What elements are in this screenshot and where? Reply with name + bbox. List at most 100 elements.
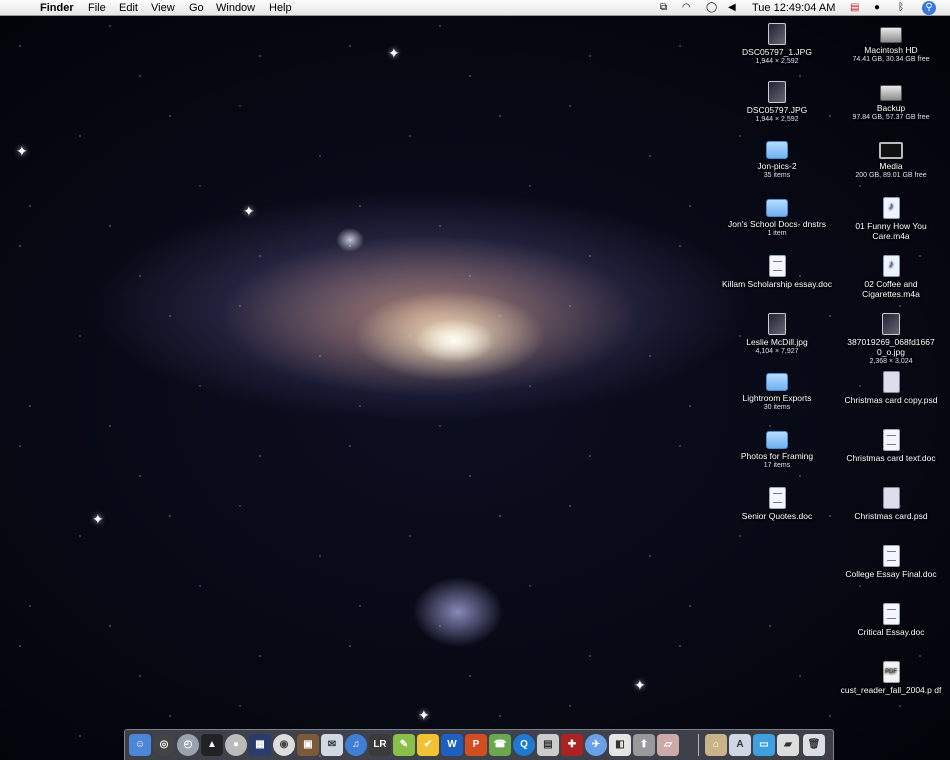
mail-icon[interactable]: ✉ bbox=[321, 734, 343, 756]
desktop-icon[interactable]: Lightroom Exports 30 items bbox=[722, 371, 832, 412]
menubar-clock[interactable]: Tue 12:49:04 AM bbox=[752, 0, 835, 16]
desktop-icon[interactable]: 387019269_068fd1667 0_o.jpg 2,368 × 3,024 bbox=[836, 313, 946, 366]
menu-go[interactable]: Go bbox=[189, 0, 204, 16]
star: ✦ bbox=[92, 511, 104, 527]
desktop-icon-info: 1,944 × 2,592 bbox=[755, 58, 799, 65]
desktop-icon[interactable]: ♪ 01 Funny How You Care.m4a bbox=[836, 197, 946, 241]
desktop-icon[interactable]: Killam Scholarship essay.doc bbox=[722, 255, 832, 289]
bluetooth-icon[interactable]: ᛒ bbox=[898, 0, 904, 16]
psd-icon bbox=[882, 371, 900, 393]
desktop-icon-label: Macintosh HD bbox=[864, 45, 918, 55]
app-icon[interactable]: P bbox=[465, 734, 487, 756]
input-flag-icon[interactable]: ▤ bbox=[850, 0, 859, 16]
star: ✦ bbox=[634, 677, 646, 693]
monitor-icon bbox=[879, 142, 903, 159]
user-icon[interactable]: ● bbox=[874, 0, 880, 16]
applications-folder-icon[interactable]: A bbox=[729, 734, 751, 756]
lightroom-icon[interactable]: LR bbox=[369, 734, 391, 756]
desktop-icon-info: 200 GB, 89.01 GB free bbox=[855, 172, 927, 179]
doc-icon bbox=[882, 603, 900, 625]
app-icon[interactable]: Q bbox=[513, 734, 535, 756]
psd-icon bbox=[882, 487, 900, 509]
documents-folder-icon[interactable]: ▰ bbox=[777, 734, 799, 756]
star: ✦ bbox=[16, 143, 28, 159]
desktop-icon[interactable]: Media 200 GB, 89.01 GB free bbox=[836, 139, 946, 180]
desktop-icon[interactable]: Photos for Framing 17 items bbox=[722, 429, 832, 470]
desktop-icon-info: 1,944 × 2,592 bbox=[755, 116, 799, 123]
app-icon[interactable]: ◧ bbox=[609, 734, 631, 756]
pdf-icon: PDF bbox=[882, 661, 900, 683]
dashboard-icon[interactable]: ◎ bbox=[153, 734, 175, 756]
app-icon[interactable]: ● bbox=[225, 734, 247, 756]
desktop-icon[interactable]: Christmas card copy.psd bbox=[836, 371, 946, 405]
desktop-icon[interactable]: College Essay Final.doc bbox=[836, 545, 946, 579]
desktop-icon-label: Christmas card copy.psd bbox=[844, 395, 938, 405]
app-icon[interactable]: W bbox=[441, 734, 463, 756]
menu-view[interactable]: View bbox=[151, 0, 175, 16]
app-icon[interactable]: ▤ bbox=[537, 734, 559, 756]
photoshop-icon[interactable]: ▦ bbox=[249, 734, 271, 756]
spotlight-icon[interactable]: ⚲ bbox=[922, 1, 936, 15]
app-icon[interactable]: ☎ bbox=[489, 734, 511, 756]
photo-icon bbox=[768, 81, 786, 103]
menu-help[interactable]: Help bbox=[269, 0, 292, 16]
desktop-icon[interactable]: Critical Essay.doc bbox=[836, 603, 946, 637]
volume-icon[interactable]: ◀ bbox=[728, 0, 736, 16]
desktop-icon[interactable]: ♪ 02 Coffee and Cigarettes.m4a bbox=[836, 255, 946, 299]
iphoto-icon[interactable]: ▣ bbox=[297, 734, 319, 756]
bluetooth-toggle-icon[interactable]: ◯ bbox=[706, 0, 717, 16]
apple-menu-icon[interactable] bbox=[12, 1, 26, 15]
doc-icon bbox=[882, 429, 900, 451]
app-icon[interactable]: ◉ bbox=[273, 734, 295, 756]
desktop-icon-info: 97.84 GB, 57.37 GB free bbox=[852, 114, 930, 121]
trash-icon[interactable]: 🗑 bbox=[803, 734, 825, 756]
app-icon[interactable]: ▱ bbox=[657, 734, 679, 756]
desktop-icon-info: 17 items bbox=[763, 462, 791, 469]
desktop-icon[interactable]: DSC05797.JPG 1,944 × 2,592 bbox=[722, 81, 832, 124]
star: ✦ bbox=[243, 203, 255, 219]
itunes-icon[interactable]: ♫ bbox=[345, 734, 367, 756]
wifi-icon[interactable]: ◠ bbox=[682, 0, 691, 16]
menu-window[interactable]: Window bbox=[216, 0, 255, 16]
app-icon[interactable]: ✎ bbox=[393, 734, 415, 756]
desktop-icon[interactable]: Christmas card text.doc bbox=[836, 429, 946, 463]
app-icon[interactable]: ▲ bbox=[201, 734, 223, 756]
desktop-icon[interactable]: Macintosh HD 74.41 GB, 30.34 GB free bbox=[836, 23, 946, 64]
menu-file[interactable]: File bbox=[88, 0, 106, 16]
desktop-icon-label: DSC05797.JPG bbox=[746, 105, 808, 115]
desktop-icon-label: 02 Coffee and Cigarettes.m4a bbox=[862, 279, 920, 299]
app-icon[interactable]: ✈ bbox=[585, 734, 607, 756]
app-icon[interactable]: ✚ bbox=[561, 734, 583, 756]
desktop-icon-label: Christmas card.psd bbox=[854, 511, 928, 521]
desktop-icon-label: Senior Quotes.doc bbox=[741, 511, 813, 521]
home-folder-icon[interactable]: ⌂ bbox=[705, 734, 727, 756]
photo-icon bbox=[768, 23, 786, 45]
desktop-icon-label: Leslie McDill.jpg bbox=[746, 337, 808, 347]
desktop-icon[interactable]: Leslie McDill.jpg 4,104 × 7,927 bbox=[722, 313, 832, 356]
desktop-icon-label: Christmas card text.doc bbox=[846, 453, 936, 463]
desktop-icon[interactable]: PDF cust_reader_fall_2004.p df bbox=[836, 661, 946, 695]
desktop-icon[interactable]: DSC05797_1.JPG 1,944 × 2,592 bbox=[722, 23, 832, 66]
desktop-icon[interactable]: Jon's School Docs- dnstrs 1 item bbox=[722, 197, 832, 238]
menu-app-name[interactable]: Finder bbox=[40, 0, 74, 16]
desktop-icon-info: 35 items bbox=[763, 172, 791, 179]
desktop-icon-label: DSC05797_1.JPG bbox=[742, 47, 812, 57]
desktop-icon[interactable]: Jon-pics-2 35 items bbox=[722, 139, 832, 180]
desktop-folder-icon[interactable]: ▭ bbox=[753, 734, 775, 756]
desktop-icon[interactable]: Senior Quotes.doc bbox=[722, 487, 832, 521]
desktop-icon-label: Jon-pics-2 bbox=[757, 161, 797, 171]
desktop-icon[interactable]: Backup 97.84 GB, 57.37 GB free bbox=[836, 81, 946, 122]
spaces-icon[interactable]: ⧉ bbox=[660, 0, 667, 16]
time-machine-icon[interactable]: ◴ bbox=[177, 734, 199, 756]
folder-icon bbox=[766, 141, 788, 159]
app-icon[interactable]: ✔ bbox=[417, 734, 439, 756]
desktop-icon[interactable]: Christmas card.psd bbox=[836, 487, 946, 521]
desktop-icon-label: 387019269_068fd1667 0_o.jpg bbox=[847, 337, 935, 357]
dock: ☺ ◎ ◴ ▲ ● ▦ ◉ ▣ ✉ ♫ LR ✎ ✔ W P ☎ Q ▤ ✚ ✈… bbox=[124, 729, 834, 760]
desktop-icon-info: 30 items bbox=[763, 404, 791, 411]
audio-icon: ♪ bbox=[882, 255, 900, 277]
menu-edit[interactable]: Edit bbox=[119, 0, 138, 16]
desktop-icon-info: 4,104 × 7,927 bbox=[755, 348, 799, 355]
finder-icon[interactable]: ☺ bbox=[129, 734, 151, 756]
app-icon[interactable]: ⬆ bbox=[633, 734, 655, 756]
